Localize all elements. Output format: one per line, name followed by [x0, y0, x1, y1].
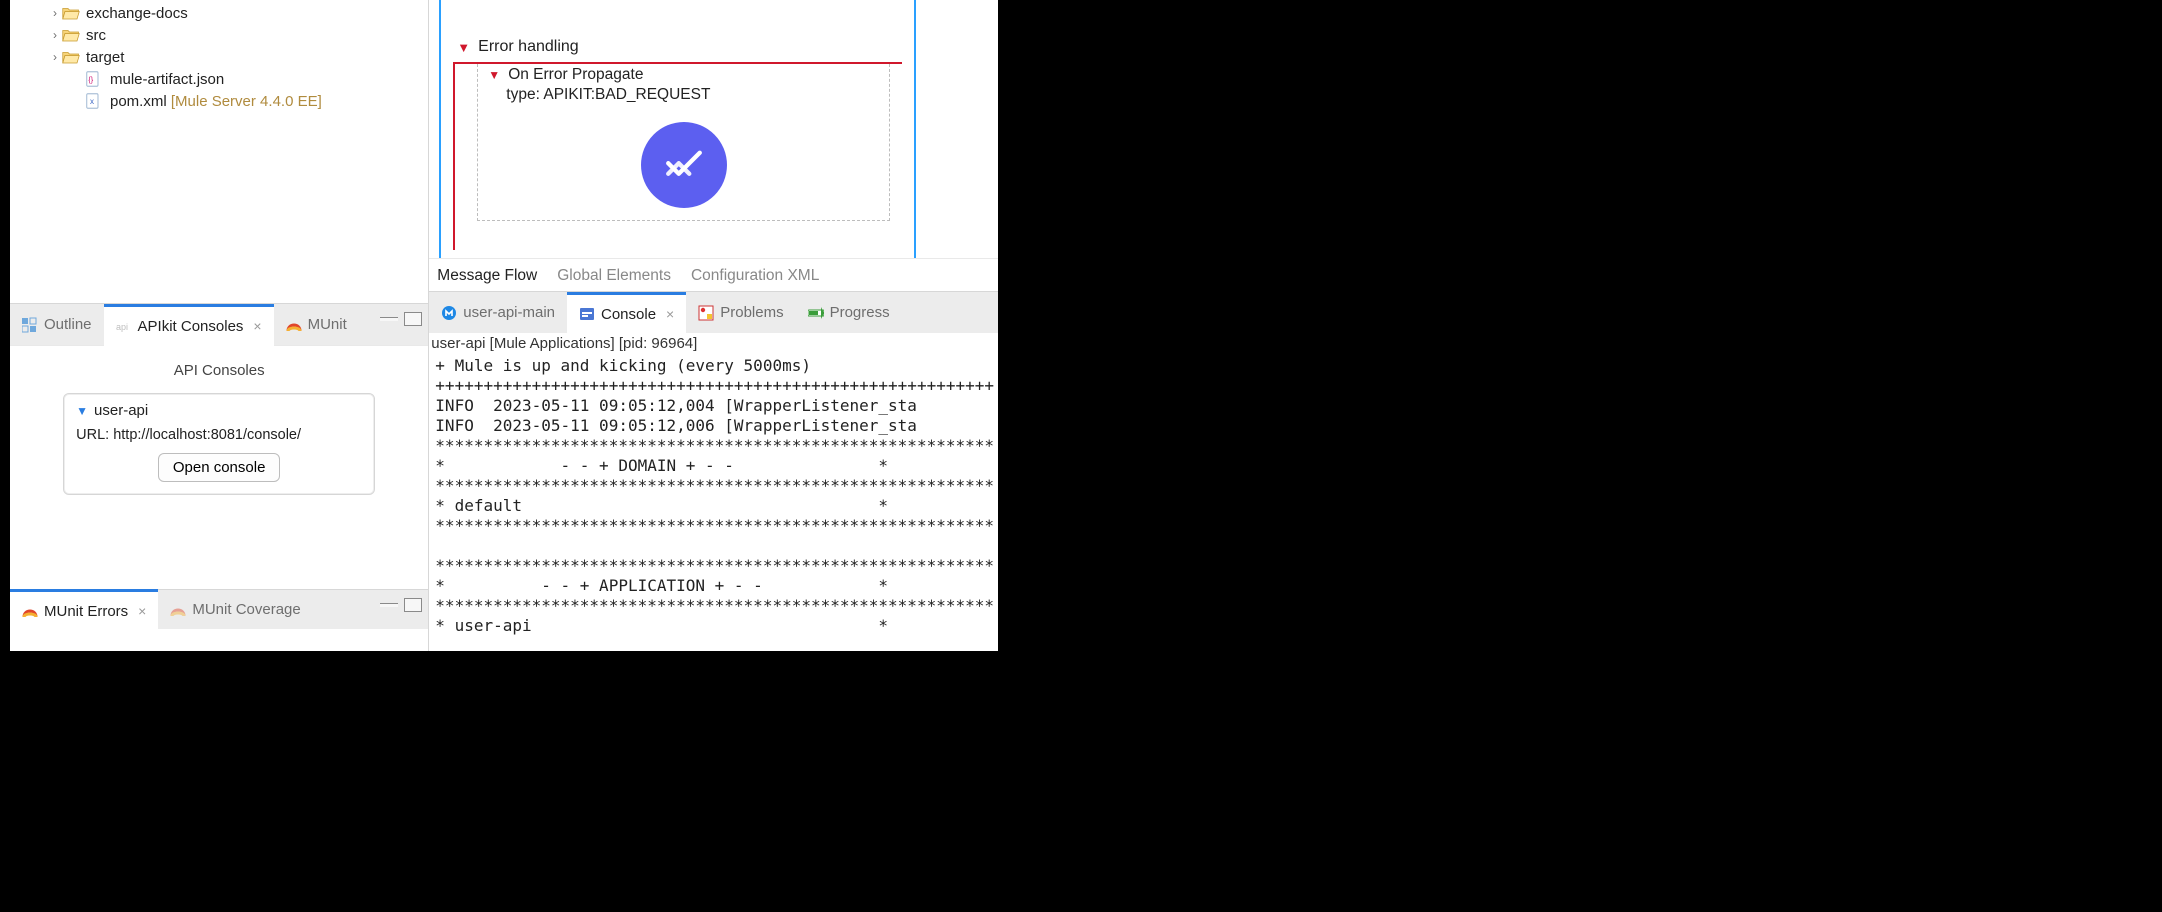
- close-icon[interactable]: ×: [138, 603, 146, 619]
- on-error-propagate-scope[interactable]: ▼ On Error Propagate type: APIKIT:BAD_RE…: [477, 64, 890, 221]
- flow-editor[interactable]: ▼ Error handling ▼ On Error Propagate ty…: [429, 0, 998, 258]
- tab-munit-errors[interactable]: MUnit Errors ×: [10, 589, 158, 631]
- lower-left-tabstrip: Outline api APIkit Consoles × MUnit: [10, 303, 428, 345]
- console-icon: [579, 306, 595, 322]
- tab-console[interactable]: Console ×: [567, 292, 686, 334]
- scope-type: type: APIKIT:BAD_REQUEST: [506, 86, 879, 104]
- tab-problems[interactable]: Problems: [686, 292, 795, 334]
- munit-icon: [170, 602, 186, 618]
- munit-icon: [22, 603, 38, 619]
- ide-window: › exchange-docs › src ›: [10, 0, 998, 651]
- tree-label: pom.xml: [110, 93, 167, 110]
- tree-decorator: [Mule Server 4.4.0 EE]: [171, 93, 322, 110]
- tree-item-src[interactable]: › src: [20, 24, 422, 46]
- tree-label: exchange-docs: [86, 5, 188, 22]
- tree-label: mule-artifact.json: [110, 71, 224, 88]
- api-console-card: ▼ user-api URL: http://localhost:8081/co…: [63, 393, 375, 495]
- close-icon[interactable]: ×: [666, 306, 674, 322]
- tab-configuration-xml[interactable]: Configuration XML: [691, 263, 819, 289]
- problems-icon: [698, 305, 714, 321]
- svg-text:api: api: [116, 322, 128, 332]
- tab-munit-coverage[interactable]: MUnit Coverage: [158, 589, 312, 631]
- error-handling-body: ▼ On Error Propagate type: APIKIT:BAD_RE…: [453, 64, 902, 250]
- editor-bottom-tabs: Message Flow Global Elements Configurati…: [429, 258, 998, 291]
- tab-user-api-main[interactable]: user-api-main: [429, 292, 567, 334]
- tree-label: src: [86, 27, 106, 44]
- twisty-icon[interactable]: ›: [48, 50, 62, 64]
- minimize-view-icon[interactable]: [380, 317, 398, 321]
- left-column: › exchange-docs › src ›: [10, 0, 429, 651]
- api-url: URL: http://localhost:8081/console/: [76, 427, 362, 443]
- tab-label: user-api-main: [463, 304, 555, 321]
- open-console-button[interactable]: Open console: [158, 453, 281, 482]
- tab-label: Console: [601, 306, 656, 323]
- tab-global-elements[interactable]: Global Elements: [557, 263, 671, 289]
- folder-open-icon: [62, 49, 80, 65]
- tab-outline[interactable]: Outline: [10, 304, 104, 346]
- svg-text:x: x: [90, 97, 94, 106]
- maximize-view-icon[interactable]: [404, 312, 422, 326]
- transform-icon: [663, 144, 705, 186]
- console-panel[interactable]: user-api [Mule Applications] [pid: 96964…: [429, 333, 998, 651]
- tab-apikit-consoles[interactable]: api APIkit Consoles ×: [104, 304, 274, 346]
- lower-left-tabstrip-2: MUnit Errors × MUnit Coverage: [10, 589, 428, 629]
- api-name: user-api: [94, 402, 148, 419]
- minimize-view-icon[interactable]: [380, 603, 398, 607]
- console-output[interactable]: + Mule is up and kicking (every 5000ms) …: [429, 354, 998, 651]
- caret-down-icon[interactable]: ▼: [457, 40, 470, 55]
- xml-file-icon: x: [86, 93, 104, 109]
- tab-label: MUnit Coverage: [192, 601, 300, 618]
- munit-icon: [286, 317, 302, 333]
- folder-open-icon: [62, 27, 80, 43]
- tree-item-pom[interactable]: x pom.xml [Mule Server 4.4.0 EE]: [20, 90, 422, 112]
- tree-item-mule-artifact[interactable]: {} mule-artifact.json: [20, 68, 422, 90]
- twisty-icon[interactable]: ›: [48, 28, 62, 42]
- svg-text:{}: {}: [88, 75, 93, 84]
- tab-label: Outline: [44, 316, 92, 333]
- bottom-right-tabstrip: user-api-main Console × Problems: [429, 291, 998, 333]
- right-column: ▼ Error handling ▼ On Error Propagate ty…: [429, 0, 998, 651]
- twisty-icon[interactable]: ›: [48, 6, 62, 20]
- error-handling-title: Error handling: [478, 38, 579, 56]
- progress-icon: [808, 305, 824, 321]
- tree-item-exchange-docs[interactable]: › exchange-docs: [20, 2, 422, 24]
- maximize-view-icon[interactable]: [404, 598, 422, 612]
- json-file-icon: {}: [86, 71, 104, 87]
- munit-errors-panel: [10, 629, 428, 651]
- tab-label: APIkit Consoles: [138, 318, 244, 335]
- close-icon[interactable]: ×: [253, 318, 261, 334]
- outline-icon: [22, 317, 38, 333]
- tab-label: Progress: [830, 304, 890, 321]
- tree-item-target[interactable]: › target: [20, 46, 422, 68]
- apikit-consoles-panel: API Consoles ▼ user-api URL: http://loca…: [10, 345, 428, 589]
- scope-name: On Error Propagate: [508, 66, 643, 84]
- transform-message-component[interactable]: [641, 122, 727, 208]
- project-explorer[interactable]: › exchange-docs › src ›: [10, 0, 428, 303]
- tab-label: Problems: [720, 304, 783, 321]
- caret-down-icon[interactable]: ▼: [76, 404, 88, 418]
- console-process-label: user-api [Mule Applications] [pid: 96964…: [429, 333, 998, 354]
- folder-open-icon: [62, 5, 80, 21]
- tab-munit[interactable]: MUnit: [274, 304, 359, 346]
- tab-message-flow[interactable]: Message Flow: [437, 263, 537, 289]
- tab-label: MUnit Errors: [44, 603, 128, 620]
- tab-label: MUnit: [308, 316, 347, 333]
- panel-title: API Consoles: [24, 362, 414, 379]
- api-icon: api: [116, 318, 132, 334]
- tab-progress[interactable]: Progress: [796, 292, 902, 334]
- mule-config-icon: [441, 305, 457, 321]
- caret-down-icon[interactable]: ▼: [488, 68, 500, 82]
- tree-label: target: [86, 49, 124, 66]
- flow-canvas[interactable]: ▼ Error handling ▼ On Error Propagate ty…: [439, 0, 916, 258]
